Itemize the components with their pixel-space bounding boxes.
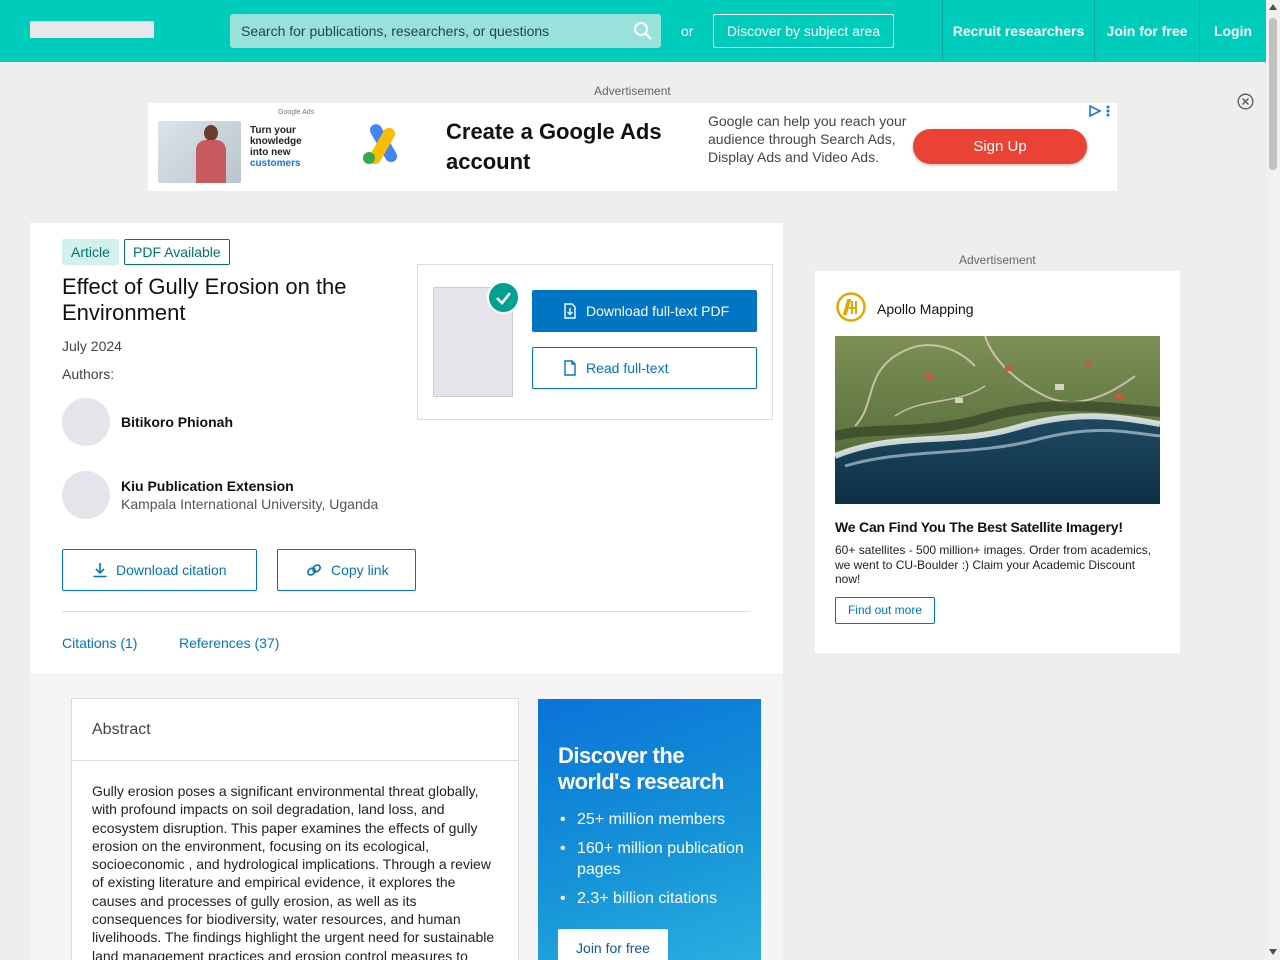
or-text: or (681, 23, 694, 39)
close-icon[interactable] (1237, 93, 1254, 110)
join-for-free-link[interactable]: Join for free (1094, 0, 1199, 62)
side-ad-body: 60+ satellites - 500 million+ images. Or… (835, 543, 1152, 586)
scroll-up-arrow[interactable] (1269, 4, 1277, 10)
scroll-down-arrow[interactable] (1269, 949, 1277, 955)
download-icon (93, 563, 107, 578)
tab-citations[interactable]: Citations (1) (62, 635, 137, 651)
document-icon (564, 360, 576, 376)
adchoices-icon[interactable] (1088, 104, 1112, 118)
site-logo[interactable] (30, 21, 154, 38)
tab-references[interactable]: References (37) (179, 635, 279, 651)
discover-subject-button[interactable]: Discover by subject area (713, 14, 894, 48)
stat-item: 160+ million publication pages (560, 838, 750, 880)
apollo-mapping-logo-icon (836, 292, 866, 322)
link-icon (307, 564, 321, 576)
check-icon (496, 292, 512, 305)
pdf-available-badge: PDF Available (124, 239, 230, 265)
google-ads-logo-icon (363, 124, 397, 165)
stat-item: 2.3+ billion citations (560, 888, 750, 909)
author-avatar[interactable] (62, 471, 110, 519)
download-fulltext-pdf-button[interactable]: Download full-text PDF (532, 290, 757, 332)
author-avatar[interactable] (62, 398, 110, 446)
side-ad-headline[interactable]: We Can Find You The Best Satellite Image… (835, 519, 1123, 535)
download-citation-button[interactable]: Download citation (62, 549, 257, 591)
abstract-section: Abstract Gully erosion poses a significa… (71, 698, 519, 960)
abstract-heading: Abstract (92, 721, 151, 738)
ad-body-text: Google can help you reach your audience … (708, 113, 907, 165)
discover-research-panel: Discover the world's research 25+ millio… (538, 699, 761, 960)
stat-item: 25+ million members (560, 809, 750, 830)
download-citation-label: Download citation (116, 562, 227, 578)
ad-thumb-brand: Google Ads (278, 109, 315, 116)
advertisement-label: Advertisement (594, 84, 671, 98)
search-input[interactable] (230, 14, 630, 48)
ad-headline[interactable]: Create a Google Ads account (446, 117, 686, 177)
read-fulltext-label: Read full-text (586, 360, 669, 376)
ad-thumb-text: Turn your knowledge into new customers (250, 125, 302, 169)
advertiser-name[interactable]: Apollo Mapping (877, 301, 974, 317)
abstract-text: Gully erosion poses a significant enviro… (92, 783, 495, 960)
download-pdf-label: Download full-text PDF (586, 303, 730, 319)
search-box (230, 14, 661, 48)
find-out-more-button[interactable]: Find out more (835, 597, 935, 624)
join-for-free-button[interactable]: Join for free (558, 929, 668, 960)
satellite-image[interactable] (835, 336, 1160, 504)
publication-date: July 2024 (62, 338, 122, 354)
ad-thumbnail: Google Ads Turn your knowledge into new … (158, 107, 324, 187)
author-affiliation: Kampala International University, Uganda (121, 496, 379, 512)
search-icon[interactable] (633, 21, 653, 41)
discover-heading: Discover the world's research (558, 743, 724, 794)
author-name[interactable]: Bitikoro Phionah (121, 414, 233, 430)
author-name[interactable]: Kiu Publication Extension (121, 478, 294, 494)
publication-title: Effect of Gully Erosion on the Environme… (62, 274, 347, 325)
advertisement-label: Advertisement (959, 253, 1036, 267)
stats-list: 25+ million members 160+ million publica… (560, 809, 750, 917)
authors-label: Authors: (62, 366, 115, 382)
ad-person-image (158, 121, 241, 183)
abstract-header: Abstract (72, 699, 518, 761)
top-navigation-bar: or Discover by subject area Recruit rese… (0, 0, 1266, 62)
check-badge (487, 281, 520, 314)
copy-link-button[interactable]: Copy link (277, 549, 416, 591)
copy-link-label: Copy link (331, 562, 389, 578)
page-scrollbar[interactable] (1266, 0, 1280, 960)
download-pdf-icon (564, 303, 576, 319)
section-divider (62, 611, 751, 612)
ad-signup-button[interactable]: Sign Up (913, 129, 1087, 164)
read-fulltext-button[interactable]: Read full-text (532, 347, 757, 389)
login-link[interactable]: Login (1199, 0, 1266, 62)
article-type-badge: Article (62, 239, 119, 265)
recruit-researchers-link[interactable]: Recruit researchers (942, 0, 1094, 62)
scroll-thumb[interactable] (1269, 18, 1277, 170)
